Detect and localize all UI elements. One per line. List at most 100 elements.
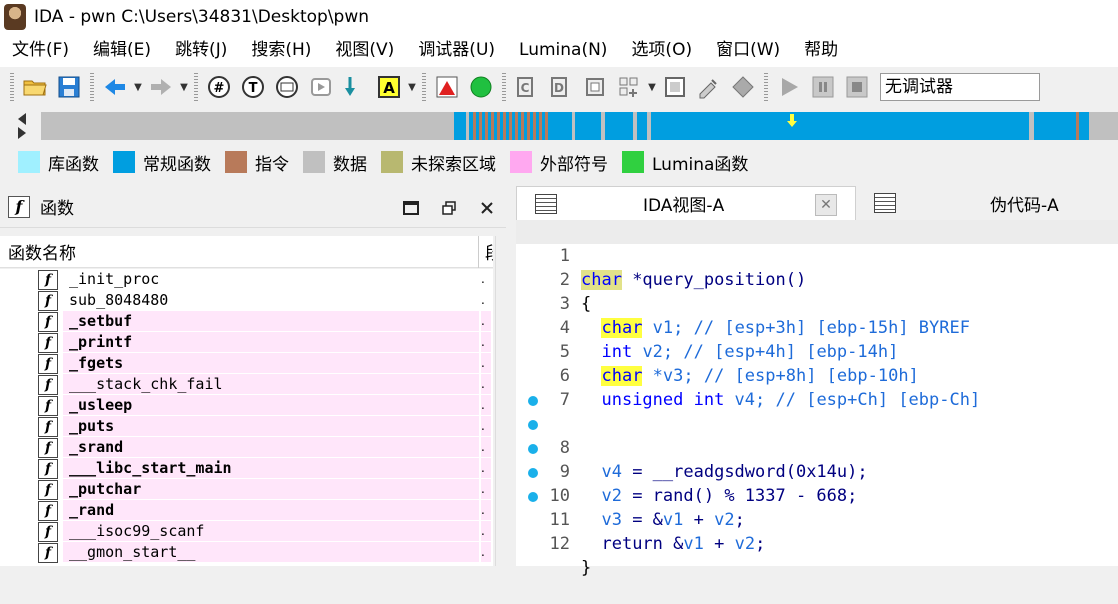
code-line[interactable]: 4 int v2; // [esp+4h] [ebp-14h] bbox=[516, 292, 1118, 362]
maximize-icon[interactable] bbox=[398, 196, 424, 220]
function-name[interactable]: sub_8048480 bbox=[63, 290, 479, 310]
tab-ida-view-a[interactable]: IDA视图-A ✕ bbox=[516, 186, 856, 220]
function-row[interactable]: f _rand. bbox=[0, 500, 493, 521]
variable[interactable]: v1 bbox=[683, 534, 703, 554]
nav-band-arrows[interactable] bbox=[14, 111, 34, 141]
chevron-down-icon[interactable]: ▼ bbox=[646, 72, 658, 102]
data-icon[interactable]: D bbox=[546, 72, 576, 102]
function-name[interactable]: _srand bbox=[63, 437, 479, 457]
variable[interactable]: v1 bbox=[663, 510, 683, 530]
toolbar-grip[interactable] bbox=[422, 73, 426, 101]
function-row[interactable]: f _printf. bbox=[0, 332, 493, 353]
column-divider[interactable] bbox=[478, 235, 479, 268]
menu-view[interactable]: 视图(V) bbox=[323, 34, 406, 67]
open-folder-icon[interactable] bbox=[20, 72, 50, 102]
chevron-down-icon[interactable]: ▼ bbox=[406, 72, 418, 102]
breakpoint-dot-icon[interactable] bbox=[528, 420, 538, 430]
function-row[interactable]: f sub_8048480. bbox=[0, 290, 493, 311]
back-arrow-icon[interactable] bbox=[100, 72, 130, 102]
forward-arrow-icon[interactable] bbox=[146, 72, 176, 102]
debugger-select[interactable]: 无调试器 bbox=[880, 73, 1040, 101]
toolbar-grip[interactable] bbox=[764, 73, 768, 101]
column-header-segment[interactable]: 段 bbox=[485, 239, 493, 264]
code-line[interactable]: 11 return &v1 + v2; bbox=[516, 460, 1118, 554]
code-line[interactable]: 2 { bbox=[516, 244, 1118, 314]
function-name[interactable]: __gmon_start__ bbox=[63, 542, 479, 562]
color-picker-icon[interactable]: A bbox=[374, 72, 404, 102]
variable[interactable]: v2 bbox=[714, 510, 734, 530]
function-row[interactable]: f _init_proc. bbox=[0, 269, 493, 290]
graph-view-icon[interactable]: # bbox=[204, 72, 234, 102]
hex-view-icon[interactable] bbox=[272, 72, 302, 102]
pane-splitter[interactable] bbox=[506, 186, 516, 566]
function-name[interactable]: _usleep bbox=[63, 395, 479, 415]
text-view-icon[interactable]: T bbox=[238, 72, 268, 102]
functions-list[interactable]: f _init_proc. f sub_8048480. f _setbuf. f _prin… bbox=[0, 269, 493, 566]
pseudocode-view[interactable]: 1 char *query_position() 2 { 3 char v1; … bbox=[516, 220, 1118, 578]
function-row[interactable]: f _putchar. bbox=[0, 479, 493, 500]
menu-file[interactable]: 文件(F) bbox=[0, 34, 81, 67]
float-window-icon[interactable] bbox=[436, 196, 462, 220]
function-name[interactable]: _printf bbox=[63, 332, 479, 352]
function-row[interactable]: f ___libc_start_main. bbox=[0, 458, 493, 479]
code-line[interactable]: 5 char *v3; // [esp+8h] [ebp-10h] bbox=[516, 316, 1118, 386]
toolbar-grip[interactable] bbox=[10, 73, 14, 101]
tab-close-icon[interactable]: ✕ bbox=[815, 194, 837, 216]
function-name[interactable]: _rand bbox=[63, 500, 479, 520]
chevron-down-icon[interactable]: ▼ bbox=[132, 72, 144, 102]
struct-icon[interactable] bbox=[580, 72, 610, 102]
breakpoint-dot-icon[interactable] bbox=[528, 444, 538, 454]
code-line[interactable]: 1 char *query_position() bbox=[516, 220, 1118, 290]
function-name[interactable]: _putchar bbox=[63, 479, 479, 499]
menu-help[interactable]: 帮助 bbox=[792, 34, 850, 67]
toolbar-grip[interactable] bbox=[194, 73, 198, 101]
pause-icon[interactable] bbox=[808, 72, 838, 102]
function-row[interactable]: f _puts. bbox=[0, 416, 493, 437]
code-line[interactable]: 9 v2 = rand() % 1337 - 668; bbox=[516, 412, 1118, 506]
function-row[interactable]: f ___stack_chk_fail. bbox=[0, 374, 493, 395]
functions-list-scrollbar[interactable] bbox=[495, 236, 506, 566]
menu-debugger[interactable]: 调试器(U) bbox=[406, 34, 507, 67]
breakpoint-dot-icon[interactable] bbox=[528, 468, 538, 478]
function-name[interactable]: _fgets bbox=[63, 353, 479, 373]
code-line[interactable]: 7 bbox=[516, 364, 1118, 410]
code-icon[interactable]: C bbox=[512, 72, 542, 102]
function-row[interactable]: f __gmon_start__. bbox=[0, 542, 493, 563]
column-header-function-name[interactable]: 函数名称 bbox=[0, 239, 478, 264]
undefine-icon[interactable] bbox=[728, 72, 758, 102]
function-row[interactable]: f _srand. bbox=[0, 437, 493, 458]
menu-options[interactable]: 选项(O) bbox=[619, 34, 704, 67]
breakpoint-dot-icon[interactable] bbox=[528, 396, 538, 406]
save-icon[interactable] bbox=[54, 72, 84, 102]
toolbar-grip[interactable] bbox=[90, 73, 94, 101]
menu-lumina[interactable]: Lumina(N) bbox=[507, 34, 619, 67]
function-name[interactable]: _puts bbox=[63, 416, 479, 436]
function-name[interactable]: ___isoc99_scanf bbox=[63, 521, 479, 541]
function-row[interactable]: f _usleep. bbox=[0, 395, 493, 416]
variable[interactable]: v2 bbox=[735, 534, 755, 554]
tab-pseudocode-a[interactable]: 伪代码-A bbox=[856, 186, 1118, 220]
menu-edit[interactable]: 编辑(E) bbox=[81, 34, 163, 67]
function-name[interactable]: _setbuf bbox=[63, 311, 479, 331]
navigation-band-strip[interactable] bbox=[41, 112, 1118, 140]
play-icon[interactable] bbox=[774, 72, 804, 102]
enum-icon[interactable] bbox=[614, 72, 644, 102]
toolbar-grip[interactable] bbox=[502, 73, 506, 101]
close-icon[interactable] bbox=[474, 196, 500, 220]
menu-jump[interactable]: 跳转(J) bbox=[163, 34, 239, 67]
array-icon[interactable] bbox=[660, 72, 690, 102]
function-name[interactable]: _init_proc bbox=[63, 269, 479, 289]
function-row[interactable]: f _setbuf. bbox=[0, 311, 493, 332]
menu-windows[interactable]: 窗口(W) bbox=[704, 34, 792, 67]
rename-pen-icon[interactable] bbox=[694, 72, 724, 102]
function-name[interactable]: ___stack_chk_fail bbox=[63, 374, 479, 394]
code-line[interactable]: 10 v3 = &v1 + v2; bbox=[516, 436, 1118, 530]
green-circle-icon[interactable] bbox=[466, 72, 496, 102]
function-row[interactable]: f ___isoc99_scanf. bbox=[0, 521, 493, 542]
chevron-down-icon[interactable]: ▼ bbox=[178, 72, 190, 102]
variable[interactable]: v3 bbox=[601, 510, 621, 530]
function-name[interactable]: ___libc_start_main bbox=[63, 458, 479, 478]
code-line[interactable]: 6 unsigned int v4; // [esp+Ch] [ebp-Ch] bbox=[516, 340, 1118, 410]
menu-search[interactable]: 搜索(H) bbox=[239, 34, 323, 67]
breakpoint-icon[interactable] bbox=[432, 72, 462, 102]
